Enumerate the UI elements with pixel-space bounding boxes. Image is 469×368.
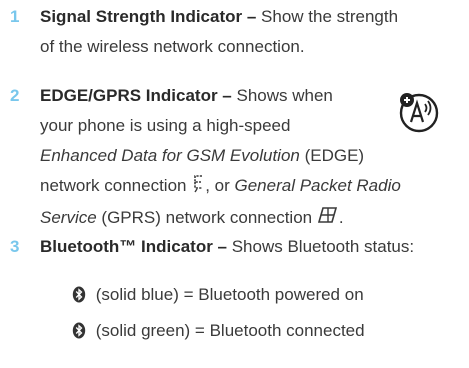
gprs-term: Service: [40, 208, 97, 227]
item-title: EDGE/GPRS Indicator –: [40, 86, 232, 105]
item-text-line: Enhanced Data for GSM Evolution (EDGE): [40, 141, 460, 171]
item-number: 2: [10, 86, 20, 105]
edge-network-icon: [191, 173, 205, 203]
list-item-signal-strength: 1 Signal Strength Indicator – Show the s…: [10, 2, 460, 62]
end-period: .: [338, 208, 344, 227]
feature-availability-icon: [394, 87, 444, 137]
gprs-term: General Packet Radio: [234, 176, 401, 195]
item-description: Show the strength: [256, 7, 399, 26]
item-text-line: Service (GPRS) network connection .: [40, 203, 460, 235]
bluetooth-icon: [72, 319, 86, 349]
item-title: Bluetooth™ Indicator –: [40, 237, 227, 256]
item-text-line: of the wireless network connection.: [40, 37, 305, 56]
item-number: 3: [10, 237, 20, 256]
item-text-line: network connection , or General Packet R…: [40, 171, 460, 203]
gprs-network-icon: [317, 205, 339, 235]
edge-term: Enhanced Data for GSM Evolution: [40, 146, 300, 165]
item-description: Shows Bluetooth status:: [227, 237, 415, 256]
bluetooth-state-connected: (solid green) = Bluetooth connected: [72, 316, 462, 349]
item-text-line: Bluetooth™ Indicator – Shows Bluetooth s…: [40, 232, 460, 262]
item-description: , or: [205, 176, 235, 195]
gprs-abbr: (GPRS) network connection: [96, 208, 317, 227]
item-title: Signal Strength Indicator –: [40, 7, 257, 26]
bluetooth-state-text: (solid blue) = Bluetooth powered on: [91, 285, 364, 304]
item-number: 1: [10, 7, 20, 26]
item-text-line: Signal Strength Indicator – Show the str…: [40, 2, 460, 32]
bluetooth-icon: [72, 283, 86, 313]
item-description: Shows when: [231, 86, 333, 105]
item-description: network connection: [40, 176, 192, 195]
list-item-bluetooth: 3 Bluetooth™ Indicator – Shows Bluetooth…: [10, 232, 460, 262]
bluetooth-state-powered-on: (solid blue) = Bluetooth powered on: [72, 280, 462, 313]
bluetooth-state-text: (solid green) = Bluetooth connected: [91, 321, 365, 340]
edge-abbr: (EDGE): [299, 146, 365, 165]
